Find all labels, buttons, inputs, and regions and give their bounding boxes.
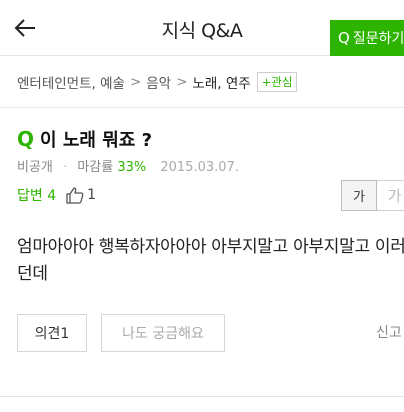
question-title: Q 이 노래 뭐죠 ? (17, 126, 152, 152)
me-too-curious-button[interactable]: 나도 궁금해요 (101, 314, 225, 352)
question-mark-icon: Q (17, 127, 35, 151)
chevron-right-icon: > (176, 73, 188, 90)
font-size-small-button[interactable]: 가 (341, 180, 377, 211)
question-date: 2015.03.07. (160, 160, 239, 175)
ask-question-button[interactable]: Q 질문하기 (330, 20, 404, 56)
report-link[interactable]: 신고 (376, 322, 402, 342)
q-icon: Q (338, 29, 350, 47)
top-header: 지식 Q&A Q 질문하기 (0, 0, 404, 56)
ask-question-label: 질문하기 (352, 31, 404, 47)
font-size-large-button[interactable]: 가 (377, 180, 404, 211)
follow-button[interactable]: +관심 (256, 71, 298, 92)
dot-separator: · (63, 160, 68, 175)
opinion-button[interactable]: 의견1 (17, 314, 87, 352)
section-divider (0, 396, 404, 397)
question-body: 엄마아아아 행복하자아아아 아부지말고 아부지말고 이러던데 (17, 237, 404, 284)
answers-count[interactable]: 답변 4 (17, 185, 56, 205)
visibility-label: 비공개 (17, 160, 53, 175)
breadcrumb-item[interactable]: 엔터테인먼트, 예술 (17, 72, 125, 92)
like-count: 1 (87, 187, 97, 203)
like-button[interactable]: 1 (66, 186, 97, 204)
breadcrumb-item[interactable]: 음악 (146, 72, 171, 92)
deadline-label: 마감률 (77, 160, 114, 175)
answer-like-row: 답변 4 1 (17, 185, 96, 205)
breadcrumb-item-current[interactable]: 노래, 연주 (192, 72, 250, 92)
question-actions: 의견1 나도 궁금해요 (17, 314, 225, 352)
font-size-toggle: 가 가 (341, 180, 404, 211)
deadline-rate: 33% (117, 160, 147, 175)
chevron-right-icon: > (129, 73, 142, 90)
question-title-text: 이 노래 뭐죠 ? (40, 130, 153, 151)
thumbs-up-icon (66, 186, 84, 204)
question-meta: 비공개 · 마감률 33% 2015.03.07. (17, 156, 239, 175)
breadcrumb: 엔터테인먼트, 예술 > 음악 > 노래, 연주 +관심 (0, 56, 404, 108)
